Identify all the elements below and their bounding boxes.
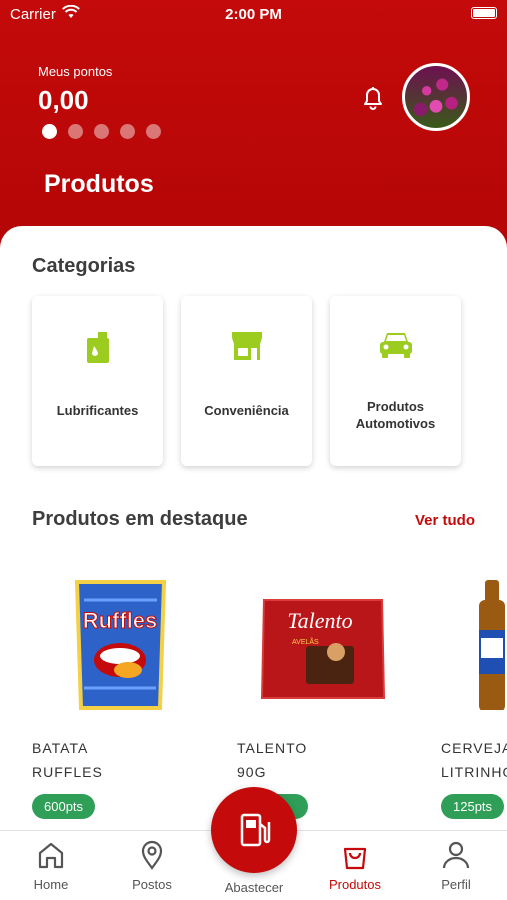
categories-title: Categorias — [32, 255, 136, 277]
oil-can-icon — [86, 332, 109, 363]
shopping-bag-icon — [343, 847, 367, 870]
category-label: Produtos Automotivos — [355, 399, 436, 431]
talento-logo: Talento — [287, 608, 352, 633]
see-all-link[interactable]: Ver tudo — [415, 512, 475, 529]
nav-home[interactable]: Home — [11, 839, 91, 892]
carousel-dots — [42, 124, 161, 139]
product-image-ruffles: Ruffles — [74, 580, 167, 710]
category-card-conveniencia[interactable]: Conveniência — [181, 296, 312, 466]
category-label: Conveniência — [204, 403, 289, 418]
carousel-dot[interactable] — [94, 124, 109, 139]
nav-perfil-label: Perfil — [441, 877, 471, 892]
carousel-dot[interactable] — [146, 124, 161, 139]
nav-home-label: Home — [33, 877, 69, 892]
product-image-talento: Talento AVELÃS — [260, 599, 386, 699]
featured-title: Produtos em destaque — [32, 508, 248, 530]
status-bar: Carrier 2:00 PM — [0, 0, 507, 28]
abastecer-label: Abastecer — [224, 880, 284, 895]
product-name: TALENTO 90G — [237, 740, 308, 780]
price-badge: 125pts — [441, 794, 505, 819]
category-card-automotivos[interactable]: Produtos Automotivos — [330, 296, 461, 466]
category-card-lubrificantes[interactable]: Lubrificantes — [32, 296, 163, 466]
carousel-dot[interactable] — [120, 124, 135, 139]
product-name: CERVEJALITRINHO — [441, 740, 507, 780]
car-icon — [379, 333, 412, 358]
product-name: BATATA RUFFLES — [32, 740, 103, 780]
points-value: 0,00 — [38, 85, 89, 115]
nav-produtos-label: Produtos — [328, 877, 382, 892]
category-label: Lubrificantes — [56, 403, 139, 418]
nav-postos[interactable]: Postos — [112, 839, 192, 892]
carousel-dot[interactable] — [42, 124, 57, 139]
status-time: 2:00 PM — [225, 6, 282, 23]
bell-icon[interactable] — [358, 82, 388, 112]
avatar[interactable] — [402, 63, 470, 131]
carousel-dot[interactable] — [68, 124, 83, 139]
category-list: Lubrificantes Conveniência Produtos Auto… — [32, 296, 461, 466]
points-label: Meus pontos — [38, 64, 113, 79]
home-icon — [38, 842, 64, 869]
store-icon — [231, 332, 262, 360]
ruffles-logo: Ruffles — [83, 608, 158, 633]
battery-icon — [471, 7, 497, 19]
fuel-pump-icon — [240, 813, 271, 847]
product-image-cerveja — [479, 580, 505, 710]
page-title: Produtos — [44, 170, 154, 198]
user-icon — [442, 841, 470, 869]
talento-flavor: AVELÃS — [292, 637, 319, 646]
nav-perfil[interactable]: Perfil — [416, 839, 496, 892]
location-pin-icon — [141, 840, 163, 870]
abastecer-button[interactable] — [211, 787, 297, 873]
price-badge: 600pts — [32, 794, 96, 819]
nav-produtos[interactable]: Produtos — [315, 839, 395, 892]
nav-postos-label: Postos — [132, 877, 172, 892]
